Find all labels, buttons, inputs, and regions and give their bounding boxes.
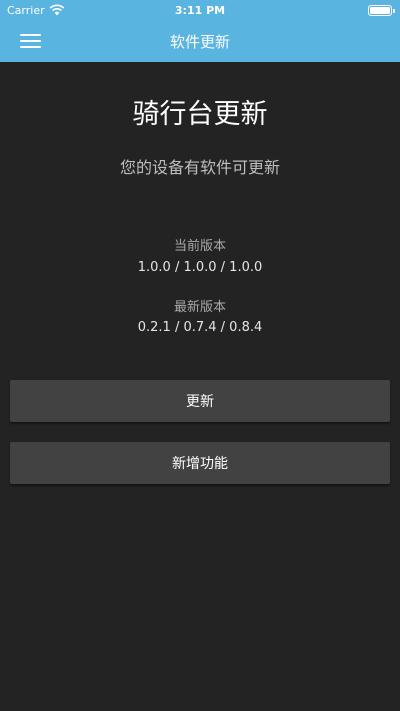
current-version-label: 当前版本 (173, 239, 226, 254)
nav-title: 软件更新 (169, 33, 230, 51)
current-version-value: 1.0.0 / 1.0.0 / 1.0.0 (137, 260, 263, 275)
top-bar: Carrier 3:11 PM 软件更新 (0, 0, 400, 62)
app-screen: Carrier 3:11 PM 软件更新 骑行台更新 您的设备有软件可更新 当前… (0, 0, 400, 711)
page-title: 骑行台更新 (132, 99, 268, 130)
status-bar: Carrier 3:11 PM (0, 0, 400, 20)
status-time: 3:11 PM (174, 4, 226, 17)
update-available-message: 您的设备有软件可更新 (119, 158, 280, 177)
latest-version-label: 最新版本 (173, 300, 226, 315)
battery-icon (368, 5, 395, 16)
latest-version-value: 0.2.1 / 0.7.4 / 0.8.4 (137, 320, 263, 335)
update-button[interactable]: 更新 (10, 380, 390, 422)
navigation-bar: 软件更新 (0, 20, 400, 62)
battery-level (370, 7, 390, 14)
new-features-button[interactable]: 新增功能 (10, 442, 390, 484)
